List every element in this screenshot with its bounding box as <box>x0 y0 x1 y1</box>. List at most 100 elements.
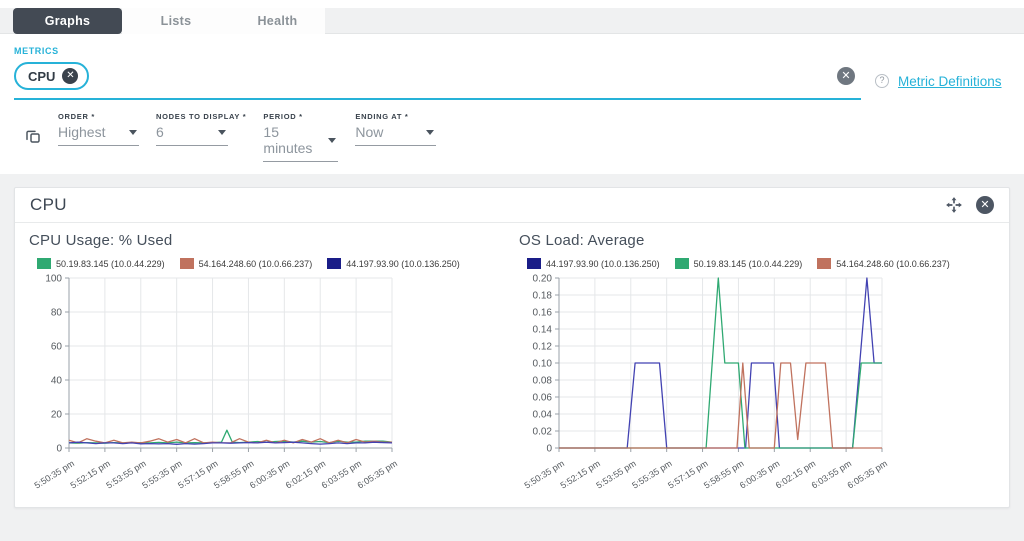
svg-text:20: 20 <box>51 410 63 421</box>
svg-text:0.08: 0.08 <box>533 376 553 387</box>
svg-text:100: 100 <box>45 274 62 285</box>
legend-item: 50.19.83.145 (10.0.44.229) <box>675 258 803 269</box>
metrics-section: METRICS CPU ✕ ✕ ? Metric Definitions <box>0 34 1024 100</box>
svg-text:6:03:55 pm: 6:03:55 pm <box>320 458 363 490</box>
metrics-input[interactable]: CPU ✕ ✕ <box>14 62 861 100</box>
svg-text:5:53:55 pm: 5:53:55 pm <box>104 458 147 490</box>
filters-row: ORDER * Highest NODES TO DISPLAY * 6 PER… <box>0 100 1024 174</box>
svg-text:5:55:35 pm: 5:55:35 pm <box>140 458 183 490</box>
panel-close-icon[interactable]: ✕ <box>976 196 994 214</box>
chevron-down-icon <box>426 130 434 135</box>
clear-metrics-icon[interactable]: ✕ <box>837 67 855 85</box>
legend-label: 54.164.248.60 (10.0.66.237) <box>199 259 313 269</box>
svg-text:0.18: 0.18 <box>533 291 553 302</box>
help-icon[interactable]: ? <box>875 74 889 88</box>
legend-item: 50.19.83.145 (10.0.44.229) <box>37 258 165 269</box>
svg-text:80: 80 <box>51 308 63 319</box>
svg-text:40: 40 <box>51 376 63 387</box>
svg-text:5:53:55 pm: 5:53:55 pm <box>594 458 637 490</box>
legend-swatch-icon <box>527 258 541 269</box>
chevron-down-icon <box>218 130 226 135</box>
svg-text:5:57:15 pm: 5:57:15 pm <box>176 458 219 490</box>
tab-lists[interactable]: Lists <box>122 8 230 34</box>
chevron-down-icon <box>328 138 336 143</box>
svg-text:0.04: 0.04 <box>533 410 553 421</box>
svg-text:5:52:15 pm: 5:52:15 pm <box>558 458 601 490</box>
dashboard-content: CPU ✕ CPU Usage: % Used 50.19.83.145 (10… <box>0 174 1024 541</box>
cpu-panel: CPU ✕ CPU Usage: % Used 50.19.83.145 (10… <box>14 187 1010 508</box>
metric-chip-cpu[interactable]: CPU ✕ <box>14 62 89 90</box>
filter-order-value: Highest <box>58 124 105 140</box>
filter-nodes: NODES TO DISPLAY * 6 <box>156 112 246 146</box>
filter-period-select[interactable]: 15 minutes <box>263 121 338 162</box>
filter-nodes-value: 6 <box>156 124 164 140</box>
svg-text:0: 0 <box>56 444 62 455</box>
tab-health[interactable]: Health <box>230 8 325 34</box>
cpu-panel-header: CPU ✕ <box>15 188 1009 223</box>
chart-canvas: 00.020.040.060.080.100.120.140.160.180.2… <box>519 271 971 495</box>
svg-text:5:50:35 pm: 5:50:35 pm <box>523 458 566 490</box>
chart-plot: 00.020.040.060.080.100.120.140.160.180.2… <box>519 271 1009 495</box>
filter-period: PERIOD * 15 minutes <box>263 112 338 162</box>
svg-text:0.10: 0.10 <box>533 359 553 370</box>
metrics-label: METRICS <box>14 46 1010 56</box>
svg-text:5:58:55 pm: 5:58:55 pm <box>702 458 745 490</box>
charts-area: CPU Usage: % Used 50.19.83.145 (10.0.44.… <box>15 223 1009 495</box>
svg-text:0.02: 0.02 <box>533 427 553 438</box>
metric-chip-label: CPU <box>28 69 55 84</box>
legend-swatch-icon <box>675 258 689 269</box>
svg-text:6:05:35 pm: 6:05:35 pm <box>846 458 889 490</box>
legend-item: 44.197.93.90 (10.0.136.250) <box>327 258 460 269</box>
filter-ending-label: ENDING AT * <box>355 112 436 121</box>
filter-order-select[interactable]: Highest <box>58 121 139 146</box>
metric-definitions-link[interactable]: Metric Definitions <box>898 74 1002 89</box>
filter-ending-value: Now <box>355 124 383 140</box>
tab-bar: Graphs Lists Health <box>0 8 1024 34</box>
move-icon[interactable] <box>945 196 963 214</box>
svg-text:6:03:55 pm: 6:03:55 pm <box>810 458 853 490</box>
svg-text:6:00:35 pm: 6:00:35 pm <box>738 458 781 490</box>
svg-text:5:52:15 pm: 5:52:15 pm <box>68 458 111 490</box>
chart-plot: 0 20 40 60 80 100 5:50:35 pm5:52:15 pm5:53:55 … <box>29 271 519 495</box>
legend-swatch-icon <box>327 258 341 269</box>
tab-graphs[interactable]: Graphs <box>13 8 122 34</box>
filter-order: ORDER * Highest <box>58 112 139 146</box>
chart-title: OS Load: Average <box>519 232 1009 249</box>
legend-label: 44.197.93.90 (10.0.136.250) <box>346 259 460 269</box>
legend-swatch-icon <box>37 258 51 269</box>
svg-text:0.20: 0.20 <box>533 274 553 285</box>
svg-text:5:58:55 pm: 5:58:55 pm <box>212 458 255 490</box>
filter-order-label: ORDER * <box>58 112 139 121</box>
svg-text:5:50:35 pm: 5:50:35 pm <box>33 458 76 490</box>
svg-text:6:05:35 pm: 6:05:35 pm <box>356 458 399 490</box>
legend-swatch-icon <box>817 258 831 269</box>
legend-item: 54.164.248.60 (10.0.66.237) <box>817 258 950 269</box>
svg-text:60: 60 <box>51 342 63 353</box>
filter-period-value: 15 minutes <box>263 124 320 156</box>
svg-text:5:57:15 pm: 5:57:15 pm <box>666 458 709 490</box>
chip-remove-icon[interactable]: ✕ <box>62 68 78 84</box>
filter-nodes-select[interactable]: 6 <box>156 121 228 146</box>
filter-ending-select[interactable]: Now <box>355 121 436 146</box>
filter-ending: ENDING AT * Now <box>355 112 436 146</box>
legend-item: 54.164.248.60 (10.0.66.237) <box>180 258 313 269</box>
chevron-down-icon <box>129 130 137 135</box>
svg-text:0.12: 0.12 <box>533 342 553 353</box>
chart-legend: 44.197.93.90 (10.0.136.250) 50.19.83.145 … <box>527 258 1009 269</box>
series-line <box>559 363 882 448</box>
svg-text:6:02:15 pm: 6:02:15 pm <box>774 458 817 490</box>
legend-label: 50.19.83.145 (10.0.44.229) <box>694 259 803 269</box>
svg-text:5:55:35 pm: 5:55:35 pm <box>630 458 673 490</box>
svg-text:0.16: 0.16 <box>533 308 553 319</box>
chart-canvas: 0 20 40 60 80 100 5:50:35 pm5:52:15 pm5:53:55 … <box>29 271 481 495</box>
legend-label: 44.197.93.90 (10.0.136.250) <box>546 259 660 269</box>
svg-text:6:02:15 pm: 6:02:15 pm <box>284 458 327 490</box>
chart-title: CPU Usage: % Used <box>29 232 519 249</box>
chart-os-load: OS Load: Average 44.197.93.90 (10.0.136.… <box>519 232 1009 495</box>
copy-icon[interactable] <box>25 128 41 144</box>
svg-text:6:00:35 pm: 6:00:35 pm <box>248 458 291 490</box>
svg-text:0: 0 <box>546 444 552 455</box>
legend-label: 54.164.248.60 (10.0.66.237) <box>836 259 950 269</box>
filter-nodes-label: NODES TO DISPLAY * <box>156 112 246 121</box>
panel-title: CPU <box>30 195 67 215</box>
